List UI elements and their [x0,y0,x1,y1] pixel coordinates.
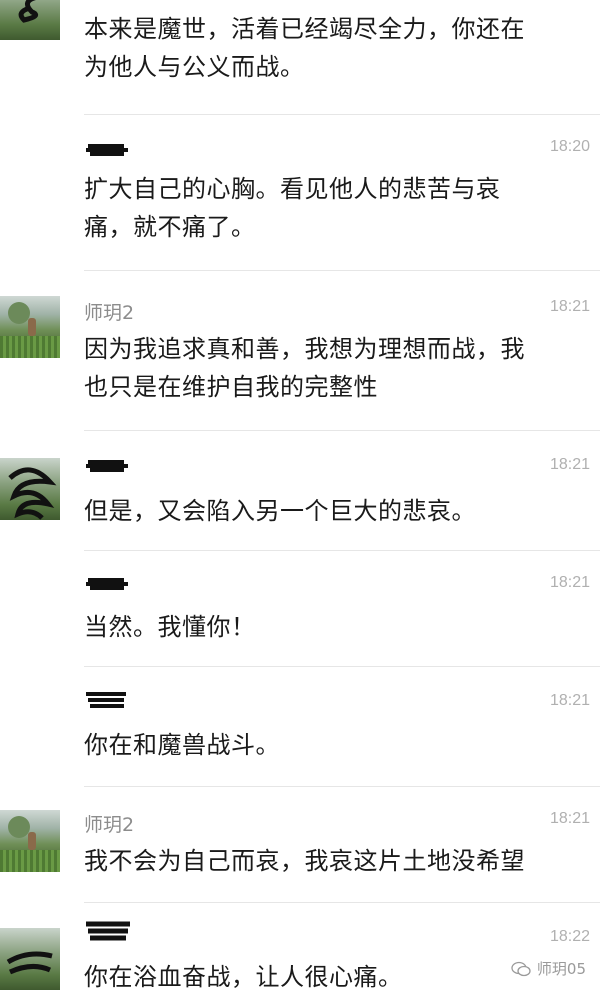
redaction-scribble [8,467,57,520]
message-time: 18:21 [549,574,590,591]
avatar[interactable] [0,0,60,40]
avatar[interactable] [0,810,60,872]
redacted-sender-name [86,921,130,941]
divider [84,786,600,787]
message-text: 但是，又会陷入另一个巨大的悲哀。 [84,497,476,525]
wechat-icon [511,961,531,976]
message-text: 你在和魔兽战斗。 [84,731,280,759]
redaction-scribble [18,0,39,23]
divider [84,902,600,903]
message-time: 18:21 [549,456,590,473]
person-shape [28,318,36,336]
redacted-sender-name [86,578,128,590]
divider [84,666,600,667]
message-text: 当然。我懂你！ [84,613,256,641]
watermark: 师玥05 [511,958,586,979]
message-time: 18:21 [549,810,590,827]
message-time: 18:21 [549,298,590,315]
divider [84,270,600,271]
grass-shape [0,336,60,358]
watermark-label: 师玥05 [536,960,586,978]
avatar[interactable] [0,458,60,520]
redacted-sender-name [86,692,126,708]
redacted-sender-name [86,460,128,472]
message-time: 18:21 [549,692,590,709]
avatar[interactable] [0,928,60,990]
sender-name: 师玥2 [84,302,135,324]
sender-name: 师玥2 [84,814,135,836]
tree-shape [8,816,30,838]
message-time: 18:20 [549,138,590,155]
redaction-scribble [6,951,53,975]
message-text: 扩大自己的心胸。看见他人的悲苦与哀 痛，就不痛了。 [84,175,501,241]
message-time: 18:22 [549,928,590,945]
divider [84,550,600,551]
tree-shape [8,302,30,324]
person-shape [28,832,36,850]
divider [84,114,600,115]
grass-shape [0,850,60,872]
redacted-sender-name [86,144,128,156]
message-text: 本来是魔世，活着已经竭尽全力，你还在 为他人与公义而战。 [84,15,525,81]
divider [84,430,600,431]
message-text: 我不会为自己而哀，我哀这片土地没希望 [84,847,525,875]
message-text: 因为我追求真和善，我想为理想而战，我 也只是在维护自我的完整性 [84,335,525,401]
avatar[interactable] [0,296,60,358]
